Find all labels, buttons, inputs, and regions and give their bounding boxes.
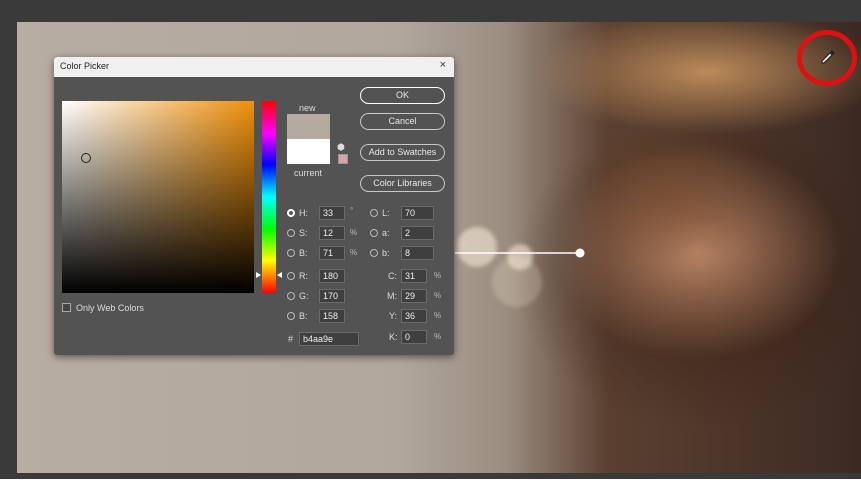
- label-l: L:: [382, 208, 390, 218]
- radio-a[interactable]: [370, 229, 378, 237]
- input-l[interactable]: 70: [401, 206, 434, 220]
- dialog-titlebar[interactable]: Color Picker ×: [54, 57, 454, 77]
- unit-b: %: [350, 248, 358, 257]
- input-k[interactable]: 0: [401, 330, 427, 344]
- radio-l[interactable]: [370, 209, 378, 217]
- input-m[interactable]: 29: [401, 289, 427, 303]
- radio-lab-b[interactable]: [370, 249, 378, 257]
- radio-r[interactable]: [287, 272, 295, 280]
- current-color-swatch[interactable]: [287, 139, 330, 164]
- eyedropper-highlight[interactable]: [797, 30, 857, 86]
- label-rgb-b: B:: [299, 311, 308, 321]
- eyedropper-icon[interactable]: [819, 48, 837, 66]
- radio-h[interactable]: [287, 209, 295, 217]
- new-color-swatch: [287, 114, 330, 139]
- label-hex: #: [288, 334, 294, 344]
- hue-slider[interactable]: [262, 101, 276, 293]
- input-a[interactable]: 2: [401, 226, 434, 240]
- close-icon[interactable]: ×: [440, 59, 446, 71]
- unit-h: °: [350, 206, 354, 215]
- label-k: K:: [389, 332, 398, 342]
- add-to-swatches-button[interactable]: Add to Swatches: [360, 144, 445, 161]
- unit-k: %: [434, 332, 442, 341]
- only-web-colors-checkbox[interactable]: [62, 303, 71, 312]
- unit-y: %: [434, 311, 442, 320]
- label-y: Y:: [389, 311, 398, 321]
- label-a: a:: [382, 228, 390, 238]
- label-m: M:: [387, 291, 397, 301]
- input-r[interactable]: 180: [319, 269, 345, 283]
- current-label: current: [294, 168, 323, 178]
- input-b[interactable]: 71: [319, 246, 345, 260]
- hue-slider-handle-left[interactable]: [256, 272, 261, 278]
- label-r: R:: [299, 271, 308, 281]
- input-c[interactable]: 31: [401, 269, 427, 283]
- color-field-cursor[interactable]: [81, 153, 91, 163]
- color-libraries-button[interactable]: Color Libraries: [360, 175, 445, 192]
- unit-c: %: [434, 271, 442, 280]
- unit-s: %: [350, 228, 358, 237]
- screen: Color Picker × new current ⬢ OK Cancel A…: [0, 0, 861, 490]
- new-label: new: [299, 103, 316, 113]
- cancel-button[interactable]: Cancel: [360, 113, 445, 130]
- radio-s[interactable]: [287, 229, 295, 237]
- label-c: C:: [388, 271, 397, 281]
- dialog-title: Color Picker: [60, 61, 110, 71]
- label-h: H:: [299, 208, 308, 218]
- label-s: S:: [299, 228, 308, 238]
- ok-button[interactable]: OK: [360, 87, 445, 104]
- radio-rgb-b[interactable]: [287, 312, 295, 320]
- unit-m: %: [434, 291, 442, 300]
- cube-icon[interactable]: ⬢: [337, 142, 345, 153]
- input-rgb-b[interactable]: 158: [319, 309, 345, 323]
- radio-b[interactable]: [287, 249, 295, 257]
- input-g[interactable]: 170: [319, 289, 345, 303]
- input-h[interactable]: 33: [319, 206, 345, 220]
- input-hex[interactable]: b4aa9e: [299, 332, 359, 346]
- label-b: B:: [299, 248, 308, 258]
- color-field[interactable]: [62, 101, 254, 293]
- input-lab-b[interactable]: 8: [401, 246, 434, 260]
- label-lab-b: b:: [382, 248, 390, 258]
- input-y[interactable]: 36: [401, 309, 427, 323]
- hue-slider-handle-right[interactable]: [277, 272, 282, 278]
- input-s[interactable]: 12: [319, 226, 345, 240]
- only-web-colors-label: Only Web Colors: [76, 303, 144, 313]
- color-picker-dialog: Color Picker × new current ⬢ OK Cancel A…: [54, 57, 454, 355]
- out-of-gamut-swatch[interactable]: [338, 154, 348, 164]
- radio-g[interactable]: [287, 292, 295, 300]
- label-g: G:: [299, 291, 309, 301]
